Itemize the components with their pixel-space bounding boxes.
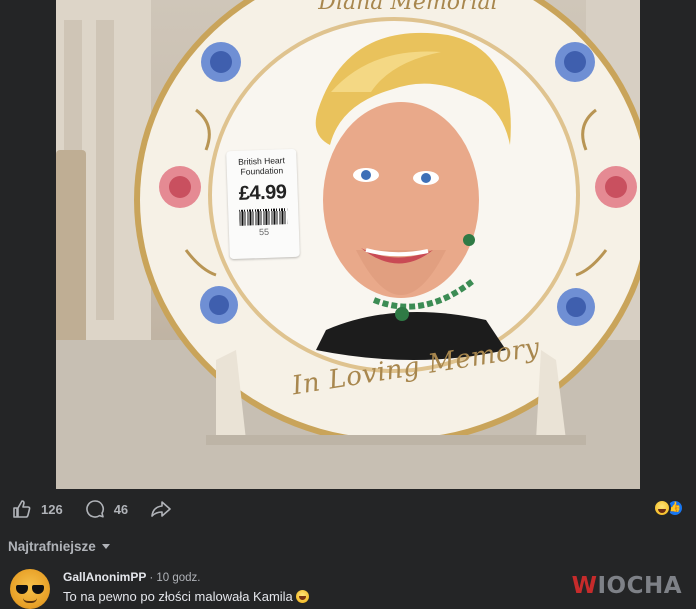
comment-header: GallAnonimPP · 10 godz. (63, 570, 309, 584)
laughing-emoji-icon (295, 590, 309, 603)
haha-reaction-icon (653, 499, 671, 517)
plate-illustration (56, 0, 640, 489)
comment-sort-label: Najtrafniejsze (8, 539, 96, 554)
avatar[interactable] (10, 569, 50, 609)
comment-button[interactable]: 46 (85, 499, 128, 519)
plate-top-text: Diana Memorial (318, 0, 498, 15)
reaction-summary[interactable]: 👍 (653, 499, 684, 517)
price-tag-code: 55 (258, 226, 270, 238)
sunglasses-icon (16, 585, 44, 594)
price-tag: British Heart Foundation £4.99 55 (226, 148, 300, 260)
post-photo[interactable]: Diana Memorial British Heart Foundation … (56, 0, 640, 489)
like-count: 126 (41, 501, 63, 517)
barcode-icon (239, 208, 288, 226)
watermark-first-letter: W (571, 573, 598, 599)
post-photo-frame: Diana Memorial British Heart Foundation … (0, 0, 696, 489)
comment-separator: · (149, 570, 154, 584)
comment-sort-dropdown[interactable]: Najtrafniejsze (8, 539, 110, 554)
thumbs-up-icon (13, 500, 31, 518)
smile-icon (23, 598, 37, 603)
comment-time[interactable]: 10 godz. (156, 572, 200, 584)
comment-text-row: To na pewno po złości malowała Kamila (63, 589, 309, 604)
comment-body: GallAnonimPP · 10 godz. To na pewno po z… (63, 570, 309, 604)
watermark-rest: IOCHA (597, 573, 682, 599)
price-tag-shop: British Heart Foundation (237, 155, 286, 177)
price-tag-price: £4.99 (238, 181, 287, 205)
comment-author[interactable]: GallAnonimPP (63, 570, 146, 584)
like-button[interactable]: 126 (12, 499, 63, 519)
post-action-bar: 126 46 👍 (0, 489, 696, 529)
comment-icon (85, 500, 104, 518)
comment-count: 46 (113, 501, 129, 517)
chevron-down-icon (101, 544, 110, 549)
share-button[interactable] (150, 499, 172, 519)
share-arrow-icon (151, 501, 171, 517)
comment-text: To na pewno po złości malowała Kamila (63, 589, 293, 604)
watermark-logo: WIOCHA (572, 573, 682, 599)
